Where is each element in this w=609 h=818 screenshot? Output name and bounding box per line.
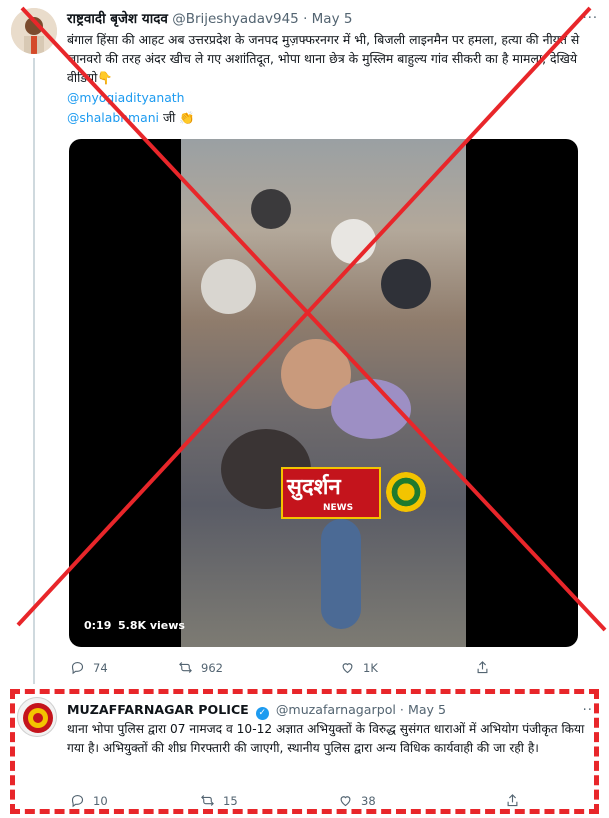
share-button[interactable] [475, 660, 498, 675]
like-button[interactable]: 1K [340, 660, 378, 675]
channel-emblem-icon [386, 472, 426, 512]
like-count: 1K [363, 660, 378, 675]
share-icon [477, 661, 488, 674]
video-player[interactable]: सुदर्शन NEWS [69, 139, 578, 647]
tweet-date[interactable]: May 5 [312, 11, 353, 27]
channel-logo-text: सुदर्शन [287, 475, 341, 500]
tweet-original[interactable]: राष्ट्रवादी बृजेश यादव @Brijeshyadav945 … [0, 0, 609, 685]
video-views: 5.8K views [118, 619, 185, 632]
crowd-figure [381, 259, 431, 309]
tweet-actions: 74 962 1K [70, 660, 500, 680]
mention-line: @shalabhmani जी 👏 [67, 109, 195, 126]
mention-suffix: जी 👏 [159, 110, 195, 125]
channel-logo: सुदर्शन NEWS [281, 467, 426, 519]
more-options-icon[interactable]: ··· [583, 11, 598, 26]
retweet-button[interactable]: 962 [178, 660, 223, 675]
author-name[interactable]: राष्ट्रवादी बृजेश यादव [67, 11, 168, 27]
reply-button[interactable]: 74 [70, 660, 108, 675]
crowd-figure [201, 259, 256, 314]
avatar-photo-icon [11, 8, 57, 54]
video-frame: सुदर्शन NEWS [181, 139, 466, 647]
crowd-figure [251, 189, 291, 229]
heart-icon [342, 663, 353, 674]
crowd-figure [321, 519, 361, 629]
retweet-count: 962 [201, 660, 223, 675]
retweet-icon [179, 662, 192, 673]
highlight-dashed-box [10, 689, 599, 814]
channel-logo-box: सुदर्शन NEWS [281, 467, 381, 519]
thread-line [33, 58, 35, 684]
reply-icon [71, 661, 84, 675]
author-handle[interactable]: @Brijeshyadav945 [172, 11, 299, 27]
mention-link[interactable]: @myogiadityanath [67, 90, 185, 105]
reply-count: 74 [93, 660, 108, 675]
crowd-figure [331, 219, 376, 264]
tweet-header: राष्ट्रवादी बृजेश यादव @Brijeshyadav945 … [67, 9, 352, 27]
video-time: 0:19 [84, 619, 112, 632]
tweet-text: बंगाल हिंसा की आहट अब उत्तरप्रदेश के जनप… [67, 32, 580, 85]
crowd-figure [331, 379, 411, 439]
mention-link[interactable]: @shalabhmani [67, 110, 159, 125]
user-avatar[interactable] [11, 8, 57, 54]
channel-logo-sub: NEWS [323, 503, 354, 513]
separator-dot: · [303, 11, 308, 27]
